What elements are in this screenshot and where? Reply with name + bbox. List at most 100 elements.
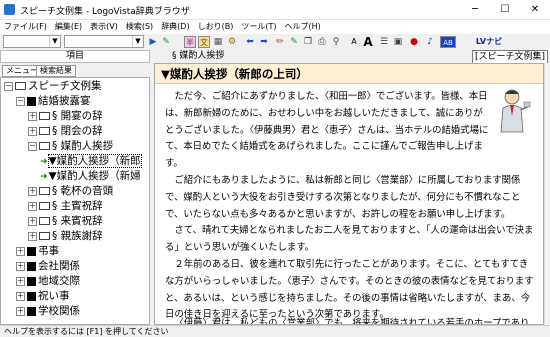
tree-item[interactable]: － § 媒酌人挨拶	[28, 140, 113, 153]
tree-item[interactable]: ＋ § 閉会の辞	[28, 125, 103, 138]
tree-item[interactable]: ＋ § 乾杯の音頭	[28, 185, 113, 198]
tree-item[interactable]: ＋ 地域交際	[16, 275, 80, 288]
gear-icon[interactable]: ⚙	[226, 36, 238, 48]
expand-icon[interactable]: ＋	[16, 246, 25, 256]
book-tag: [スピーチ文例集]	[471, 50, 548, 64]
list-icon[interactable]: ☰	[378, 36, 390, 48]
content-header: § 媒酌人挨拶 [スピーチ文例集]	[154, 50, 550, 64]
tree-item-label: § 主賓祝辞	[52, 200, 103, 212]
collapse-icon[interactable]: －	[4, 81, 13, 91]
tree-item[interactable]: ＋ § 来賓祝辞	[28, 215, 103, 228]
expand-icon[interactable]: ＋	[16, 276, 25, 286]
black-square-icon	[27, 276, 36, 286]
tree-item[interactable]: ➜▼媒酌人挨拶（新婦	[40, 170, 141, 183]
black-square-icon	[27, 291, 36, 301]
text-icon[interactable]: 文	[198, 36, 210, 48]
paragraph: 〈伊藤〉君は、私どもの〈営業部〉でも、将来を期待されている若手のホープであります…	[174, 318, 530, 325]
speaker-illustration-icon	[500, 89, 531, 133]
zoom-icon[interactable]: ⚲	[330, 36, 342, 48]
tree-item-label: § 閉会の辞	[52, 125, 103, 137]
menu-dictionary[interactable]: 辞典(D)	[157, 20, 193, 32]
menu-edit[interactable]: 編集(E)	[51, 20, 86, 32]
forward-arrow-icon[interactable]: ➡	[258, 36, 270, 48]
tree-item-label: ▼媒酌人挨拶（新郎	[47, 154, 142, 168]
tree-item[interactable]: ＋ 弔事	[16, 245, 59, 258]
back-arrow-icon[interactable]: ⬅	[244, 36, 256, 48]
tree-item-label: § 来賓祝辞	[52, 215, 103, 227]
tree-view[interactable]: －スピーチ文例集－結婚披露宴＋ § 開宴の辞＋ § 閉会の辞－ § 媒酌人挨拶 ➜▼媒酌…	[0, 77, 150, 325]
expand-icon[interactable]: ＋	[28, 126, 37, 136]
menu-tools[interactable]: ツール(T)	[237, 20, 280, 32]
expand-icon[interactable]: ＋	[28, 111, 37, 121]
marker-icon[interactable]: ✎	[288, 36, 300, 48]
vertical-scrollbar[interactable]	[544, 63, 550, 325]
search-input[interactable]: ▼	[64, 35, 144, 48]
menu-view[interactable]: 表示(V)	[86, 20, 122, 32]
tree-item-label: 地域交際	[38, 275, 80, 287]
expand-icon[interactable]: ＋	[28, 231, 37, 241]
expand-icon[interactable]: ＋	[28, 201, 37, 211]
green-pen-icon[interactable]: ✎	[160, 36, 172, 48]
print-icon[interactable]: ⎙	[316, 36, 328, 48]
black-square-icon	[27, 246, 36, 256]
tree-item-label: § 乾杯の音頭	[52, 185, 114, 197]
folder-icon	[39, 232, 50, 240]
green-arrow-icon: ➜	[40, 172, 48, 182]
tree-item-label: 会社関係	[38, 260, 80, 272]
tree-item[interactable]: ＋ 祝い事	[16, 290, 70, 303]
tree-item[interactable]: ＋ § 主賓祝辞	[28, 200, 103, 213]
app-icon	[4, 4, 15, 15]
folder-icon	[39, 127, 50, 135]
font-small-icon[interactable]: A	[348, 36, 360, 48]
hankaku-icon[interactable]: 半	[184, 36, 196, 48]
tree-item[interactable]: ＋ § 親族謝辞	[28, 230, 103, 243]
folder-icon	[39, 202, 50, 210]
tree-item-label: 祝い事	[38, 290, 70, 302]
expand-icon[interactable]: ＋	[16, 306, 25, 316]
expand-icon[interactable]: ＋	[16, 291, 25, 301]
collapse-icon[interactable]: －	[16, 96, 25, 106]
paragraph: ただ今、ご紹介にあずかりました、〈和田一郎〉でございます。皆様、本日は、新郎新婦…	[165, 91, 489, 170]
menu-bookmark[interactable]: しおり(B)	[194, 20, 238, 32]
picture-icon[interactable]: ▣	[392, 36, 404, 48]
lv-navi-button[interactable]: LVナビ	[470, 36, 508, 48]
menu-file[interactable]: ファイル(F)	[0, 20, 51, 32]
tab-search-results[interactable]: 検索結果	[36, 65, 76, 77]
pencil-icon[interactable]: ✏	[274, 36, 286, 48]
menu-search[interactable]: 検索(S)	[122, 20, 157, 32]
ab-icon[interactable]: AB	[440, 36, 456, 48]
font-large-icon[interactable]: A	[362, 36, 374, 48]
dictionary-select[interactable]: ▼	[3, 35, 61, 48]
expand-icon[interactable]: ＋	[16, 261, 25, 271]
tree-item[interactable]: ➜▼媒酌人挨拶（新郎	[40, 154, 142, 168]
grid-icon[interactable]: ▦	[212, 36, 224, 48]
tree-item[interactable]: － スピーチ文例集	[4, 80, 102, 93]
tree-item-label: § 親族謝辞	[52, 230, 103, 242]
tree-item-label: スピーチ文例集	[28, 80, 102, 92]
folder-icon	[15, 82, 26, 90]
tree-item[interactable]: ＋ 会社関係	[16, 260, 80, 273]
tree-item[interactable]: ＋ 学校関係	[16, 305, 80, 318]
folder-icon	[39, 187, 50, 195]
green-arrow-icon: ➜	[40, 157, 48, 167]
expand-icon[interactable]: ＋	[28, 216, 37, 226]
close-button[interactable]: ✕	[520, 0, 550, 19]
copy-icon[interactable]: ❐	[302, 36, 314, 48]
tree-item[interactable]: ＋ § 開宴の辞	[28, 110, 103, 123]
tree-item[interactable]: － 結婚披露宴	[16, 95, 91, 108]
black-square-icon	[27, 96, 36, 106]
stop-icon[interactable]: ●	[408, 36, 420, 48]
minimize-button[interactable]: ─	[460, 0, 490, 19]
menu-help[interactable]: ヘルプ(H)	[280, 20, 324, 32]
expand-icon[interactable]: ＋	[28, 186, 37, 196]
document-view: ▼媒酌人挨拶（新郎の上司） ただ今、ご紹介にあずかりました、〈和田一郎〉でござい…	[154, 63, 544, 325]
collapse-icon[interactable]: －	[28, 141, 37, 151]
search-go-icon[interactable]: ▶	[147, 36, 159, 48]
audio-icon[interactable]: ♪	[424, 36, 436, 48]
paragraph: ご紹介にもありましたように、私は新郎と同じ〈営業部〉に所属しております関係で、媒…	[165, 175, 521, 220]
window-title: スピーチ文例集 - LogoVista辞典ブラウザ	[20, 7, 190, 17]
tree-item-label: 学校関係	[38, 305, 80, 317]
chevron-down-icon: ▼	[132, 36, 143, 47]
maximize-button[interactable]: ☐	[490, 0, 520, 19]
breadcrumb: § 媒酌人挨拶	[172, 51, 225, 61]
